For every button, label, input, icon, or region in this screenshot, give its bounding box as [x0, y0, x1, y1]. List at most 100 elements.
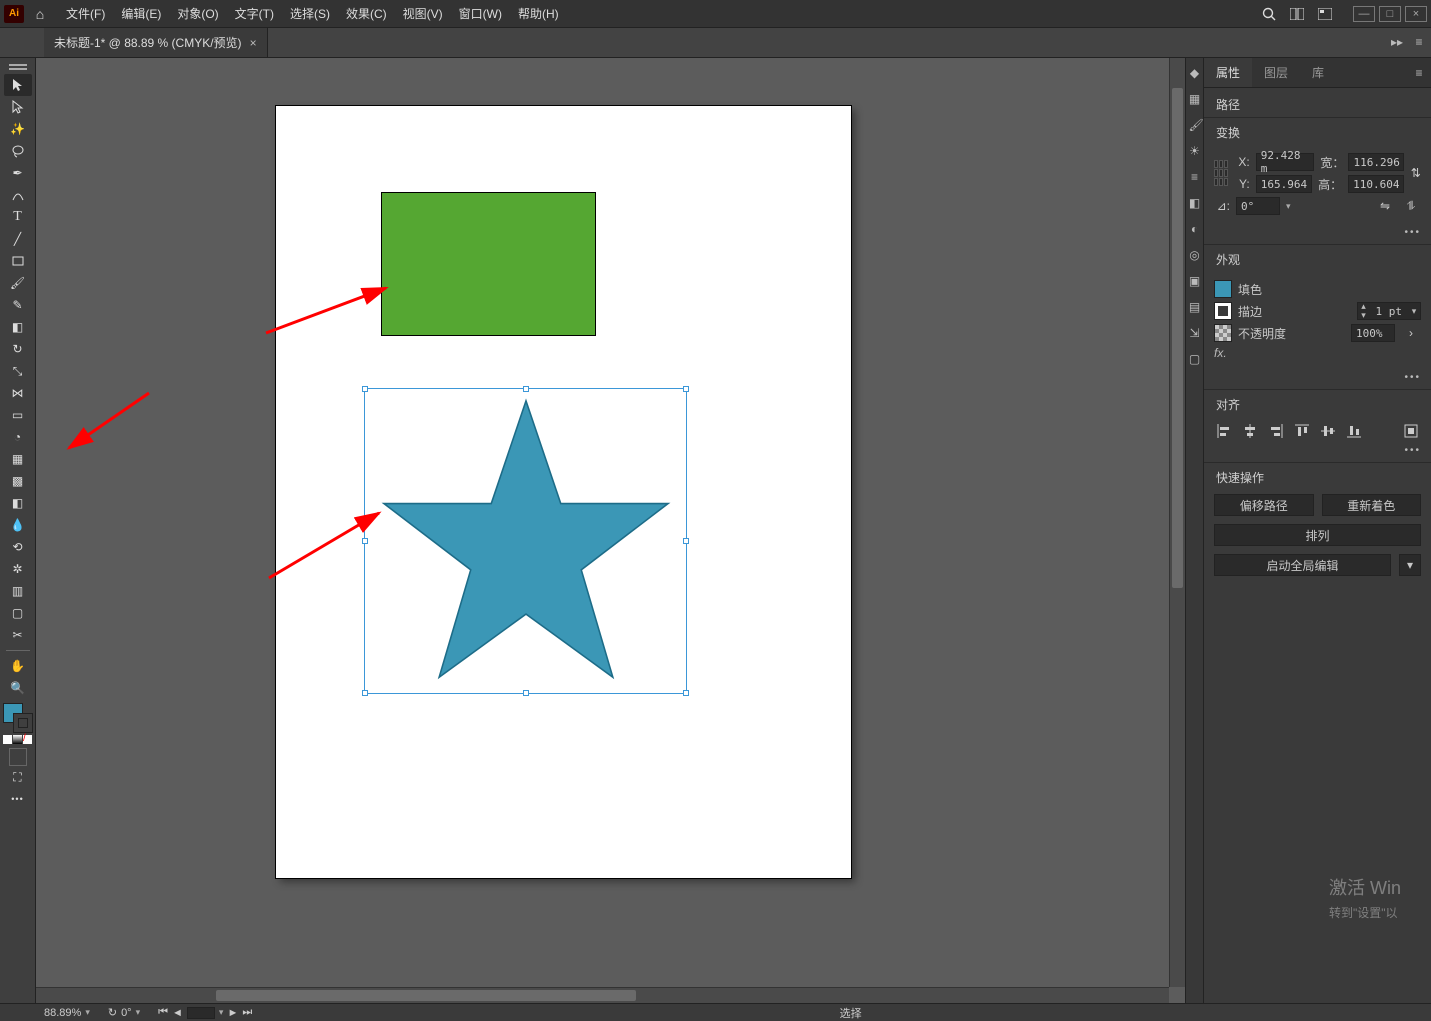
handle-bot-left[interactable] [362, 690, 368, 696]
tab-libraries[interactable]: 库 [1300, 58, 1336, 87]
selection-tool[interactable] [4, 74, 32, 96]
stroke-weight-input[interactable]: ▴▾ 1 pt ▾ [1357, 302, 1422, 320]
window-minimize[interactable]: — [1353, 6, 1375, 22]
width-tool[interactable]: ⋈ [4, 382, 32, 404]
reference-point-grid[interactable] [1214, 160, 1228, 186]
dock-graphic-styles-icon[interactable]: ▣ [1189, 274, 1201, 286]
link-wh-icon[interactable]: ⇅ [1410, 164, 1421, 182]
artboard-nav[interactable]: ⏮ ◄ ▾ ► ⏭ [158, 1006, 252, 1019]
horizontal-scrollbar-thumb[interactable] [216, 990, 636, 1001]
home-icon[interactable]: ⌂ [30, 6, 50, 22]
dock-artboards-icon[interactable]: ▢ [1189, 352, 1201, 364]
x-input[interactable]: 92.428 m [1256, 153, 1315, 171]
dock-appearance-icon[interactable]: ◎ [1189, 248, 1201, 260]
handle-mid-right[interactable] [683, 538, 689, 544]
pen-tool[interactable]: ✒ [4, 162, 32, 184]
appearance-more[interactable]: ••• [1204, 372, 1431, 389]
shaper-tool[interactable]: ✎ [4, 294, 32, 316]
draw-normal[interactable] [9, 748, 27, 766]
flip-horizontal-icon[interactable]: ⇋ [1375, 197, 1395, 215]
scale-tool[interactable]: ⤡ [4, 360, 32, 382]
column-graph-tool[interactable]: ▥ [4, 580, 32, 602]
lasso-tool[interactable] [4, 140, 32, 162]
handle-top-right[interactable] [683, 386, 689, 392]
dock-brushes-icon[interactable]: 🖌 [1189, 118, 1201, 130]
menu-view[interactable]: 视图(V) [395, 5, 451, 22]
dock-asset-icon[interactable]: ⇲ [1189, 326, 1201, 338]
handle-top-mid[interactable] [523, 386, 529, 392]
global-edit-button[interactable]: 启动全局编辑 [1214, 554, 1391, 576]
shape-rectangle[interactable] [381, 192, 596, 336]
align-vcenter-icon[interactable] [1318, 421, 1338, 441]
document-tab[interactable]: 未标题-1* @ 88.89 % (CMYK/预览) × [44, 28, 268, 57]
mesh-tool[interactable]: ▩ [4, 470, 32, 492]
edit-toolbar[interactable]: ••• [4, 788, 32, 810]
zoom-tool[interactable]: 🔍 [4, 677, 32, 699]
gradient-tool[interactable]: ◧ [4, 492, 32, 514]
direct-selection-tool[interactable] [4, 96, 32, 118]
symbol-sprayer-tool[interactable]: ✲ [4, 558, 32, 580]
nav-first-icon[interactable]: ⏮ [158, 1006, 168, 1019]
panel-collapse-icon[interactable]: ▸▸ [1389, 35, 1405, 51]
dock-swatches-icon[interactable]: ▦ [1189, 92, 1201, 104]
y-input[interactable]: 165.964 [1256, 175, 1312, 193]
menu-select[interactable]: 选择(S) [282, 5, 338, 22]
vertical-scrollbar[interactable] [1169, 58, 1185, 987]
menu-object[interactable]: 对象(O) [169, 5, 226, 22]
eraser-tool[interactable]: ◧ [4, 316, 32, 338]
slice-tool[interactable]: ✂ [4, 624, 32, 646]
menu-window[interactable]: 窗口(W) [451, 5, 510, 22]
panel-options-icon[interactable]: ≡ [1407, 58, 1431, 87]
dock-color-icon[interactable]: ◆ [1189, 66, 1201, 78]
menu-help[interactable]: 帮助(H) [510, 5, 567, 22]
align-more[interactable]: ••• [1204, 445, 1431, 462]
toolbar-grip[interactable] [9, 64, 27, 70]
selection-bounding-box[interactable] [364, 388, 687, 694]
offset-path-button[interactable]: 偏移路径 [1214, 494, 1314, 516]
angle-input[interactable]: 0° [1236, 197, 1280, 215]
nav-last-icon[interactable]: ⏭ [242, 1006, 252, 1019]
artboard-tool[interactable]: ▢ [4, 602, 32, 624]
fill-swatch-panel[interactable] [1214, 280, 1232, 298]
handle-bot-right[interactable] [683, 690, 689, 696]
mode-color[interactable] [3, 735, 12, 744]
recolor-button[interactable]: 重新着色 [1322, 494, 1422, 516]
menu-effect[interactable]: 效果(C) [338, 5, 395, 22]
magic-wand-tool[interactable]: ✨ [4, 118, 32, 140]
dock-symbols-icon[interactable]: ☀ [1189, 144, 1201, 156]
menu-type[interactable]: 文字(T) [227, 5, 282, 22]
nav-prev-icon[interactable]: ◄ [172, 1007, 183, 1019]
menu-file[interactable]: 文件(F) [58, 5, 113, 22]
window-maximize[interactable]: □ [1379, 6, 1401, 22]
rotate-view[interactable]: ↻ 0°▾ [108, 1006, 140, 1019]
dock-layers-icon[interactable]: ▤ [1189, 300, 1201, 312]
window-close[interactable]: × [1405, 6, 1427, 22]
vertical-scrollbar-thumb[interactable] [1172, 88, 1183, 588]
fill-stroke-swatch[interactable] [3, 703, 33, 733]
transform-more[interactable]: ••• [1204, 227, 1431, 244]
dock-stroke-icon[interactable]: ≡ [1189, 170, 1201, 182]
mode-gradient[interactable] [13, 735, 22, 744]
handle-bot-mid[interactable] [523, 690, 529, 696]
opacity-swatch[interactable] [1214, 324, 1232, 342]
align-left-icon[interactable] [1214, 421, 1234, 441]
search-icon[interactable] [1257, 4, 1281, 24]
rectangle-tool[interactable] [4, 250, 32, 272]
curvature-tool[interactable] [4, 184, 32, 206]
dock-gradient-icon[interactable]: ◧ [1189, 196, 1201, 208]
menu-edit[interactable]: 编辑(E) [113, 5, 169, 22]
align-right-icon[interactable] [1266, 421, 1286, 441]
align-to-icon[interactable] [1401, 421, 1421, 441]
stroke-swatch[interactable] [13, 713, 33, 733]
arrange-button[interactable]: 排列 [1214, 524, 1421, 546]
opacity-input[interactable]: 100% [1351, 324, 1395, 342]
arrange-documents-icon[interactable] [1285, 4, 1309, 24]
opacity-more-icon[interactable]: › [1401, 324, 1421, 342]
shape-builder-tool[interactable]: ◔ [4, 426, 32, 448]
type-tool[interactable]: T [4, 206, 32, 228]
zoom-level[interactable]: 88.89%▾ [44, 1007, 90, 1019]
free-transform-tool[interactable]: ▭ [4, 404, 32, 426]
panel-menu-icon[interactable]: ≡ [1411, 35, 1427, 51]
rotate-tool[interactable]: ↻ [4, 338, 32, 360]
canvas-area[interactable] [36, 58, 1185, 1003]
